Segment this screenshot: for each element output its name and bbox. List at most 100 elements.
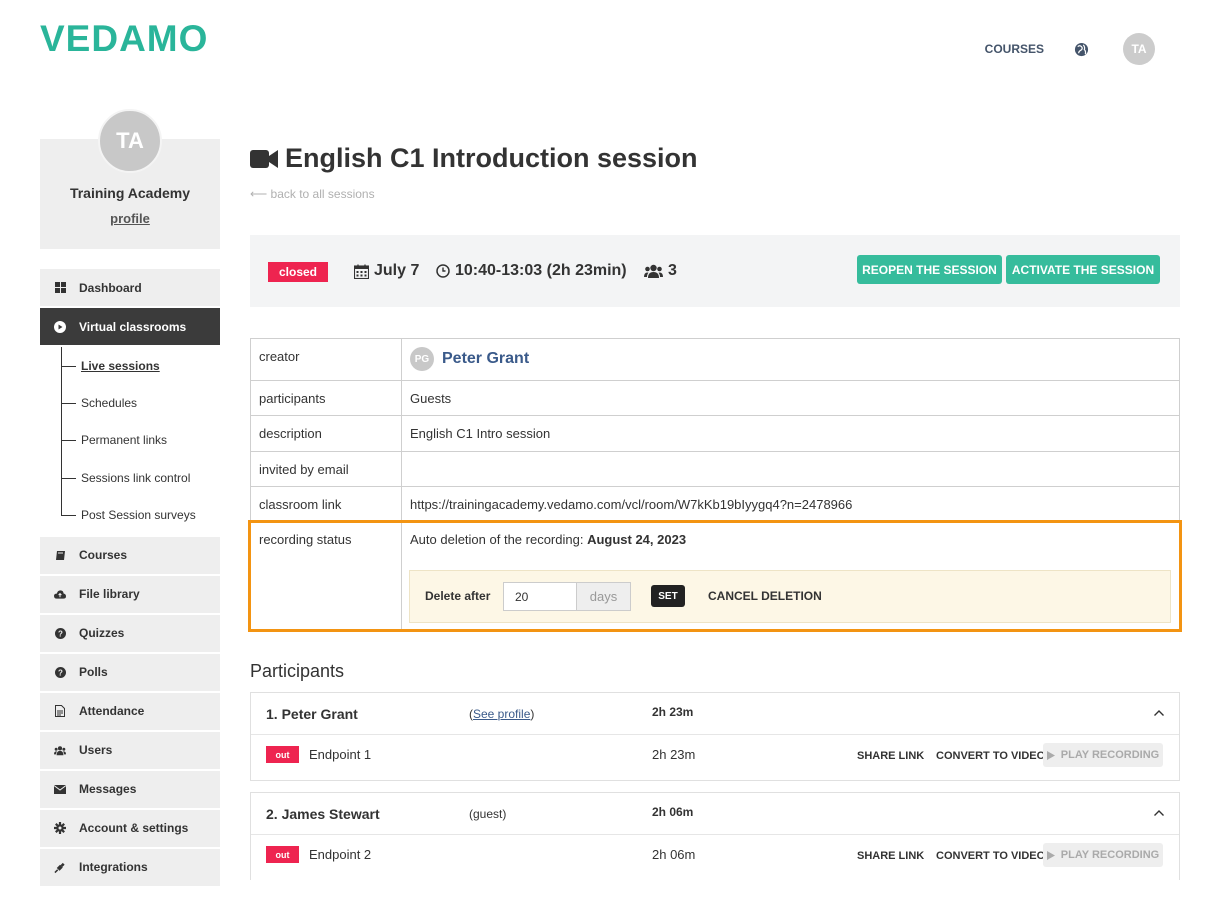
sidebar-item-account-settings[interactable]: Account & settings [40,809,220,847]
question-circle-icon: ? [54,627,66,639]
sidebar-item-quizzes[interactable]: ? Quizzes [40,614,220,652]
profile-name: Training Academy [69,185,191,201]
cloud-upload-icon [54,588,66,600]
sidebar-item-courses[interactable]: Courses [40,536,220,574]
endpoint-duration: 2h 06m [652,847,696,862]
participants-heading: Participants [250,661,345,681]
details-row-classroom-link: classroom link https://trainingacademy.v… [250,486,1180,522]
sidebar-item-label: Messages [79,782,137,797]
participant-count-text: 3 [668,262,677,279]
convert-to-video-button[interactable]: CONVERT TO VIDEO [936,850,1045,862]
details-key: classroom link [250,486,402,522]
participant-card-header[interactable]: 2. James Stewart (guest) 2h 06m [251,793,1179,835]
endpoint-status-badge: out [266,746,299,763]
subnav-item-sessions-link-control[interactable]: Sessions link control [40,459,220,496]
sidebar-item-label: File library [79,587,140,602]
question-circle-icon: ? [54,666,66,678]
chevron-up-icon[interactable] [1153,708,1165,718]
details-key: creator [250,338,402,381]
chevron-up-icon[interactable] [1153,808,1165,818]
cancel-deletion-button[interactable]: CANCEL DELETION [708,589,822,603]
subnav-item-schedules[interactable]: Schedules [40,384,220,421]
status-badge: closed [268,262,328,282]
session-date-text: July 7 [374,262,420,279]
details-row-participants: participants Guests [250,380,1180,416]
session-time-text: 10:40-13:03 (2h 23min) [455,262,627,279]
session-time: 10:40-13:03 (2h 23min) [436,262,627,280]
envelope-icon [54,783,66,795]
sidebar-nav: Dashboard Virtual classrooms Live sessio… [40,269,220,888]
sidebar-item-virtual-classrooms[interactable]: Virtual classrooms [40,308,220,345]
details-key: invited by email [250,451,402,487]
grid-icon [54,282,66,294]
logo-text: VEDAMO [40,18,209,59]
subnav-item-permanent-links[interactable]: Permanent links [40,422,220,459]
users-icon [644,264,663,278]
participant-name: 1. Peter Grant [266,706,358,722]
subnav-item-live-sessions[interactable]: Live sessions [40,347,220,384]
virtual-classrooms-subnav: Live sessions Schedules Permanent links … [40,347,220,534]
details-value: PG Peter Grant [401,338,1180,381]
back-to-sessions-link[interactable]: ⟵ back to all sessions [250,187,375,201]
sidebar-item-label: Virtual classrooms [79,319,187,334]
video-camera-icon [250,149,278,168]
days-unit-addon: days [576,582,631,611]
participant-card-header[interactable]: 1. Peter Grant (See profile) 2h 23m [251,693,1179,735]
details-key: participants [250,380,402,416]
details-row-invited: invited by email [250,451,1180,487]
user-avatar[interactable]: TA [1123,33,1155,65]
sidebar-item-polls[interactable]: ? Polls [40,653,220,691]
reopen-session-button[interactable]: REOPEN THE SESSION [857,255,1002,284]
sidebar-item-label: Quizzes [79,626,125,641]
sidebar-item-file-library[interactable]: File library [40,575,220,613]
globe-icon[interactable] [1074,42,1089,57]
profile-card: TA Training Academy profile [40,109,220,249]
sidebar-item-messages[interactable]: Messages [40,770,220,808]
vedamo-logo[interactable]: VEDAMO [40,18,208,59]
participant-duration: 2h 06m [652,805,694,819]
delete-after-label: Delete after [425,589,491,603]
share-link-button[interactable]: SHARE LINK [857,750,924,762]
participant-card: 1. Peter Grant (See profile) 2h 23m out … [250,692,1180,781]
book-icon [54,549,66,561]
participant-card: 2. James Stewart (guest) 2h 06m out Endp… [250,792,1180,880]
top-nav-courses-link[interactable]: COURSES [985,42,1044,56]
plug-icon [54,861,66,874]
participant-endpoint-row: out Endpoint 2 2h 06m SHARE LINK CONVERT… [251,835,1179,880]
participant-role: (See profile) [469,707,535,721]
play-circle-icon [54,320,66,333]
classroom-link[interactable]: https://trainingacademy.vedamo.com/vcl/r… [401,486,1180,522]
play-recording-button[interactable]: PLAY RECORDING [1043,843,1163,867]
profile-link[interactable]: profile [40,211,220,226]
session-date: July 7 [354,262,419,280]
endpoint-name: Endpoint 2 [309,847,372,862]
delete-days-input[interactable] [503,582,577,611]
session-participant-count: 3 [644,262,677,280]
delete-after-panel: Delete after days SET CANCEL DELETION [409,570,1171,623]
details-key: description [250,415,402,452]
details-value: English C1 Intro session [401,415,1180,452]
endpoint-duration: 2h 23m [652,747,696,762]
creator-name-link[interactable]: Peter Grant [442,350,529,367]
sidebar-item-attendance[interactable]: Attendance [40,692,220,730]
play-recording-button[interactable]: PLAY RECORDING [1043,743,1163,767]
clock-icon [436,264,450,278]
see-profile-link[interactable]: See profile [473,707,530,721]
sidebar-item-integrations[interactable]: Integrations [40,848,220,886]
sidebar-item-users[interactable]: Users [40,731,220,769]
session-summary-bar: closed July 7 10:40-13:03 (2h 23min) 3 R… [250,235,1180,307]
play-icon [1046,750,1055,760]
profile-avatar: TA [98,109,162,173]
sidebar-item-label: Account & settings [79,821,189,836]
sidebar-item-dashboard[interactable]: Dashboard [40,269,220,306]
sidebar-item-label: Courses [79,548,128,563]
sidebar-item-label: Attendance [79,704,145,719]
convert-to-video-button[interactable]: CONVERT TO VIDEO [936,750,1045,762]
set-button[interactable]: SET [651,585,685,607]
details-row-creator: creator PG Peter Grant [250,338,1180,381]
subnav-item-post-session-surveys[interactable]: Post Session surveys [40,497,220,534]
activate-session-button[interactable]: ACTIVATE THE SESSION [1006,255,1160,284]
participant-duration: 2h 23m [652,705,694,719]
session-title: English C1 Introduction session [250,143,698,174]
share-link-button[interactable]: SHARE LINK [857,850,924,862]
